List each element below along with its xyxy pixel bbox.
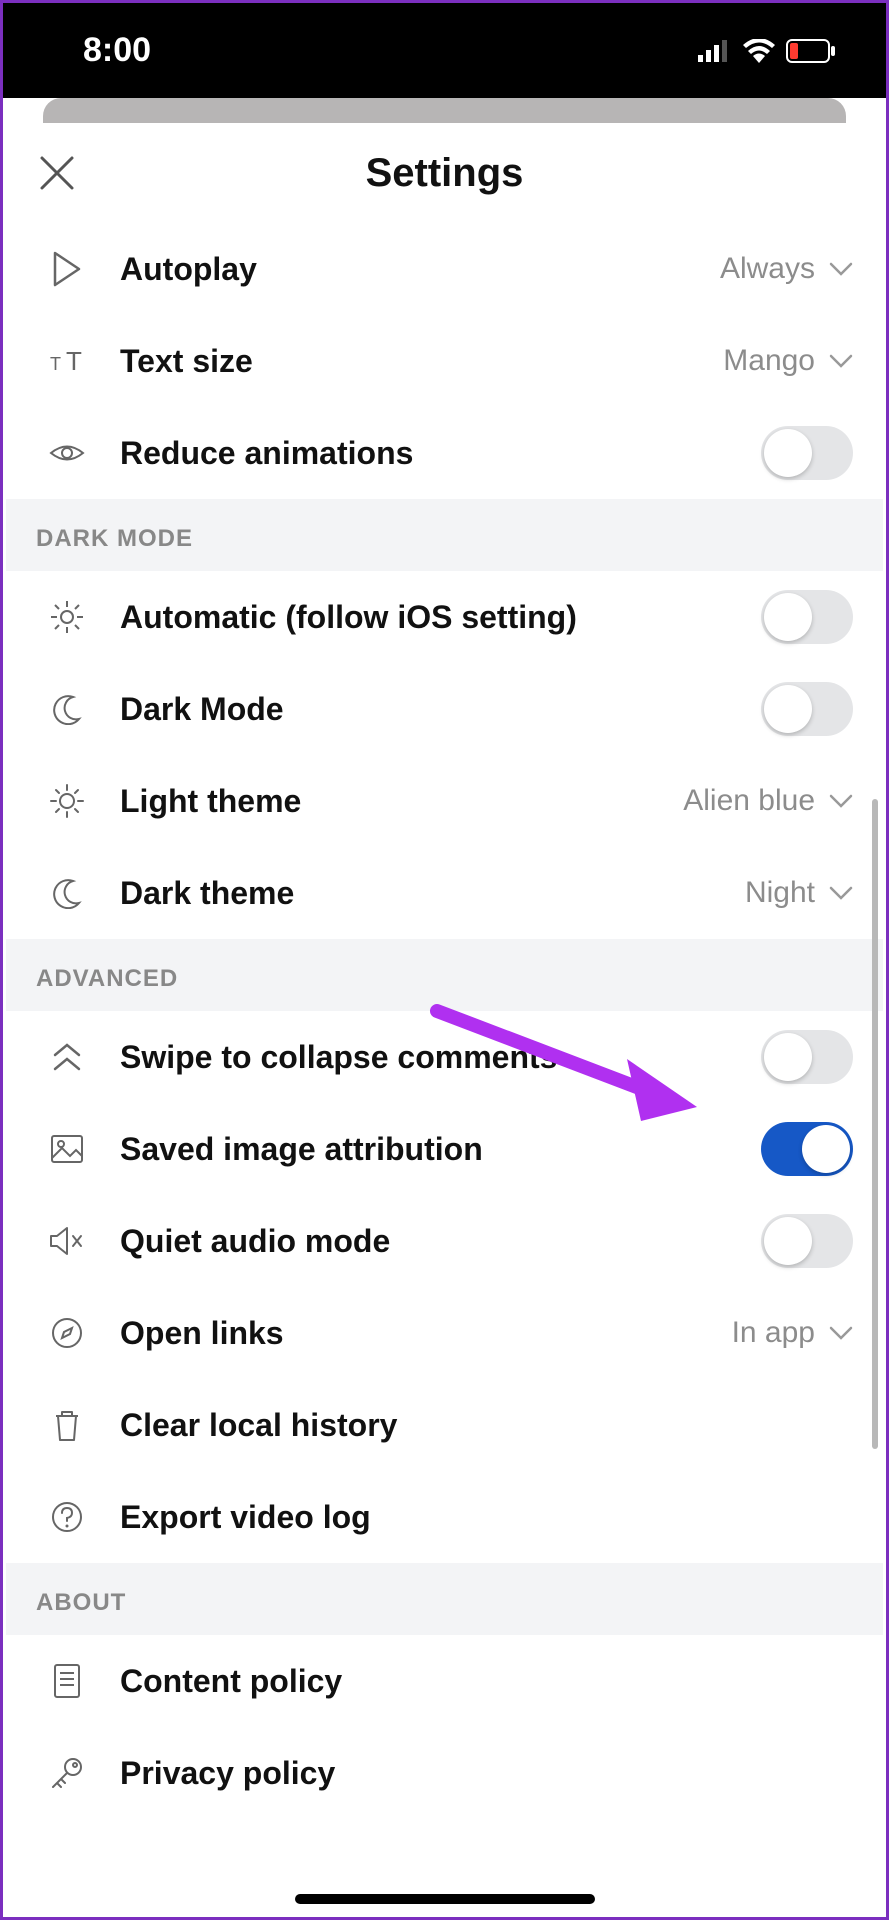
document-icon xyxy=(44,1663,90,1699)
toggle-swipe-collapse[interactable] xyxy=(761,1030,853,1084)
close-icon xyxy=(36,152,78,194)
section-dark-mode: DARK MODE xyxy=(6,499,883,571)
row-text-size[interactable]: TT Text size Mango xyxy=(6,315,883,407)
gear-icon xyxy=(44,599,90,635)
row-saved-image-attribution[interactable]: Saved image attribution xyxy=(6,1103,883,1195)
row-label: Automatic (follow iOS setting) xyxy=(120,599,761,636)
chevron-down-icon xyxy=(829,885,853,901)
moon-icon xyxy=(44,877,90,909)
row-dark-mode[interactable]: Dark Mode xyxy=(6,663,883,755)
status-icons xyxy=(698,39,836,63)
row-label: Privacy policy xyxy=(120,1755,853,1792)
row-label: Swipe to collapse comments xyxy=(120,1039,761,1076)
page-title: Settings xyxy=(366,151,524,196)
row-autoplay[interactable]: Autoplay Always xyxy=(6,223,883,315)
row-quiet-audio[interactable]: Quiet audio mode xyxy=(6,1195,883,1287)
home-indicator[interactable] xyxy=(295,1894,595,1904)
cellular-icon xyxy=(698,40,732,62)
row-privacy-policy[interactable]: Privacy policy xyxy=(6,1727,883,1819)
row-automatic[interactable]: Automatic (follow iOS setting) xyxy=(6,571,883,663)
sun-icon xyxy=(44,783,90,819)
toggle-quiet-audio[interactable] xyxy=(761,1214,853,1268)
image-icon xyxy=(44,1134,90,1164)
close-button[interactable] xyxy=(36,152,78,194)
row-light-theme[interactable]: Light theme Alien blue xyxy=(6,755,883,847)
toggle-reduce-animations[interactable] xyxy=(761,426,853,480)
row-label: Autoplay xyxy=(120,251,720,288)
row-label: Saved image attribution xyxy=(120,1131,761,1168)
row-label: Clear local history xyxy=(120,1407,853,1444)
row-label: Dark Mode xyxy=(120,691,761,728)
compass-icon xyxy=(44,1316,90,1350)
help-icon xyxy=(44,1500,90,1534)
row-value: Alien blue xyxy=(683,784,815,818)
row-label: Content policy xyxy=(120,1663,853,1700)
svg-text:T: T xyxy=(50,354,61,374)
row-label: Quiet audio mode xyxy=(120,1223,761,1260)
row-swipe-collapse[interactable]: Swipe to collapse comments xyxy=(6,1011,883,1103)
svg-text:T: T xyxy=(66,346,82,376)
row-label: Dark theme xyxy=(120,875,745,912)
row-label: Export video log xyxy=(120,1499,853,1536)
chevron-down-icon xyxy=(829,1325,853,1341)
toggle-saved-attribution[interactable] xyxy=(761,1122,853,1176)
row-label: Open links xyxy=(120,1315,732,1352)
row-reduce-animations[interactable]: Reduce animations xyxy=(6,407,883,499)
row-clear-history[interactable]: Clear local history xyxy=(6,1379,883,1471)
section-about: ABOUT xyxy=(6,1563,883,1635)
battery-icon xyxy=(786,39,836,63)
chevron-down-icon xyxy=(829,793,853,809)
row-open-links[interactable]: Open links In app xyxy=(6,1287,883,1379)
wifi-icon xyxy=(742,39,776,63)
section-advanced: ADVANCED xyxy=(6,939,883,1011)
row-export-video-log[interactable]: Export video log xyxy=(6,1471,883,1563)
chevron-down-icon xyxy=(829,353,853,369)
row-label: Reduce animations xyxy=(120,435,761,472)
scrollbar[interactable] xyxy=(872,799,878,1449)
settings-sheet: Settings Autoplay Always TT Text size Ma… xyxy=(6,123,883,1914)
toggle-automatic[interactable] xyxy=(761,590,853,644)
row-value: In app xyxy=(732,1316,815,1350)
mute-icon xyxy=(44,1226,90,1256)
collapse-icon xyxy=(44,1041,90,1073)
row-value: Mango xyxy=(723,344,815,378)
row-value: Always xyxy=(720,252,815,286)
status-bar: 8:00 xyxy=(3,3,886,98)
row-label: Text size xyxy=(120,343,723,380)
chevron-down-icon xyxy=(829,261,853,277)
trash-icon xyxy=(44,1408,90,1442)
text-size-icon: TT xyxy=(44,346,90,376)
settings-header: Settings xyxy=(6,123,883,223)
key-icon xyxy=(44,1755,90,1791)
row-dark-theme[interactable]: Dark theme Night xyxy=(6,847,883,939)
play-icon xyxy=(44,251,90,287)
row-label: Light theme xyxy=(120,783,683,820)
toggle-dark-mode[interactable] xyxy=(761,682,853,736)
eye-icon xyxy=(44,440,90,466)
row-content-policy[interactable]: Content policy xyxy=(6,1635,883,1727)
moon-icon xyxy=(44,693,90,725)
status-time: 8:00 xyxy=(83,31,151,70)
row-value: Night xyxy=(745,876,815,910)
